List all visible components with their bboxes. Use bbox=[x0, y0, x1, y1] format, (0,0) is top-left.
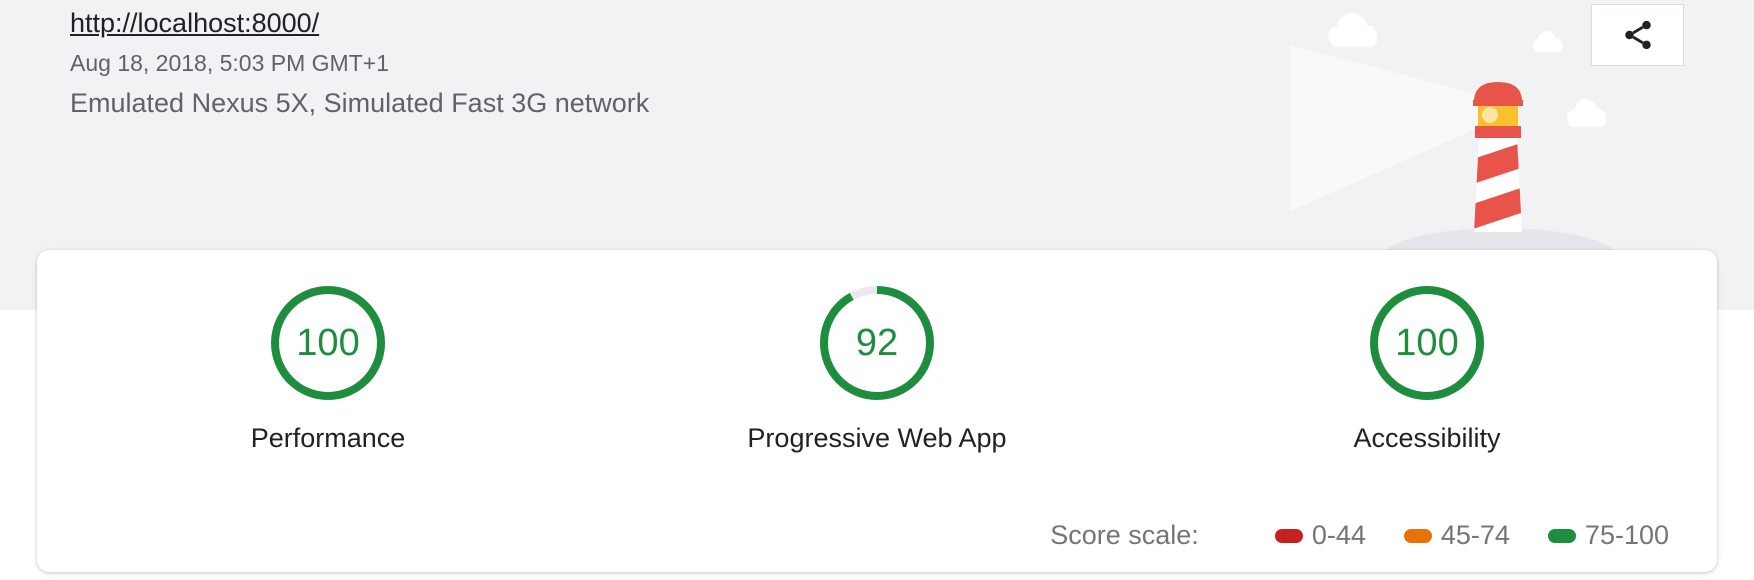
score-scale-pass: 75-100 bbox=[1547, 520, 1669, 551]
share-icon bbox=[1624, 20, 1651, 50]
score-gauge-ring: 92 bbox=[820, 286, 934, 400]
gauge-pwa[interactable]: 92 Progressive Web App bbox=[727, 283, 1027, 454]
score-scale-legend: Score scale: 0-44 45-74 75-100 bbox=[1050, 520, 1669, 551]
scores-summary-card: 100 Performance 92 Progressive Web App 1… bbox=[37, 250, 1717, 572]
gauge-accessibility[interactable]: 100 Accessibility bbox=[1277, 283, 1577, 454]
score-scale-range: 45-74 bbox=[1440, 520, 1510, 550]
score-scale-fail: 0-44 bbox=[1274, 520, 1366, 551]
score-scale-range: 0-44 bbox=[1311, 520, 1366, 550]
gauge-label: Performance bbox=[250, 423, 406, 453]
average-swatch-icon bbox=[1403, 528, 1432, 543]
lighthouse-tower bbox=[1473, 82, 1523, 232]
score-scale-title: Score scale: bbox=[1050, 520, 1199, 550]
score-scale-average: 45-74 bbox=[1403, 520, 1510, 551]
gauge-performance[interactable]: 100 Performance bbox=[178, 283, 478, 454]
gauge-label: Accessibility bbox=[1353, 423, 1501, 453]
report-environment: Emulated Nexus 5X, Simulated Fast 3G net… bbox=[70, 88, 650, 118]
gauge-score: 100 bbox=[1395, 322, 1458, 364]
score-gauge-ring: 100 bbox=[1370, 286, 1484, 400]
gauge-score: 100 bbox=[296, 322, 359, 364]
light-beam bbox=[1290, 45, 1500, 212]
score-gauge-ring: 100 bbox=[271, 286, 385, 400]
score-scale-range: 75-100 bbox=[1584, 520, 1669, 550]
fail-swatch-icon bbox=[1274, 528, 1303, 543]
gauge-label: Progressive Web App bbox=[747, 423, 1007, 453]
report-url-link[interactable]: http://localhost:8000/ bbox=[70, 8, 319, 39]
share-button[interactable] bbox=[1591, 4, 1684, 66]
cloud-icon bbox=[1567, 99, 1606, 127]
pass-swatch-icon bbox=[1547, 528, 1576, 543]
gauge-score: 92 bbox=[856, 322, 898, 364]
lighthouse-illustration bbox=[1290, 13, 1614, 250]
cloud-icon bbox=[1533, 31, 1563, 52]
cloud-icon bbox=[1328, 13, 1377, 47]
report-timestamp: Aug 18, 2018, 5:03 PM GMT+1 bbox=[70, 50, 389, 76]
